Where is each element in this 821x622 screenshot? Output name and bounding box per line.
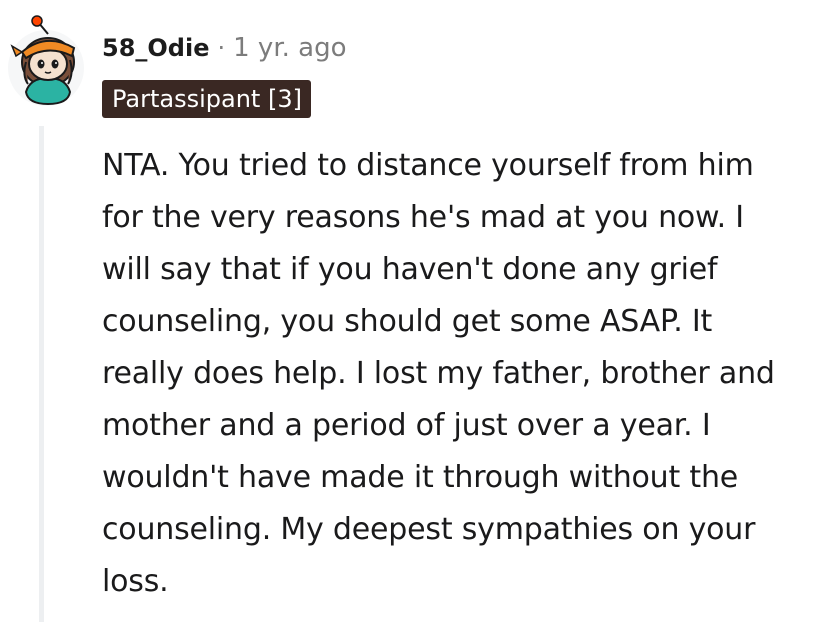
- comment-author-link[interactable]: 58_Odie: [102, 34, 209, 62]
- comment-header: 58_Odie · 1 yr. ago: [102, 30, 347, 66]
- user-flair-badge: Partassipant [3]: [102, 80, 311, 118]
- avatar[interactable]: [8, 14, 84, 106]
- comment-body-text: NTA. You tried to distance yourself from…: [102, 148, 775, 599]
- thread-collapse-line[interactable]: [39, 126, 44, 622]
- comment-timestamp-link[interactable]: 1 yr. ago: [233, 33, 346, 63]
- snoo-avatar-icon: [8, 15, 84, 106]
- meta-separator: ·: [217, 34, 226, 62]
